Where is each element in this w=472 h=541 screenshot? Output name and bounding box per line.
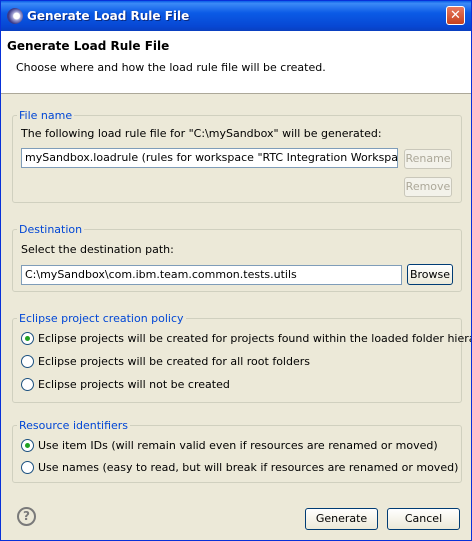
eclipse-icon xyxy=(7,8,23,24)
title-bar[interactable]: Generate Load Rule File ✕ xyxy=(1,1,471,31)
file-name-field[interactable]: mySandbox.loadrule (rules for workspace … xyxy=(21,148,398,168)
rename-button[interactable]: Rename xyxy=(404,149,452,169)
eclipse-policy-legend: Eclipse project creation policy xyxy=(19,312,184,325)
destination-path-field[interactable]: C:\mySandbox\com.ibm.team.common.tests.u… xyxy=(21,265,402,285)
page-description: Choose where and how the load rule file … xyxy=(16,61,326,74)
resource-identifiers-legend: Resource identifiers xyxy=(19,419,129,432)
destination-prompt: Select the destination path: xyxy=(21,243,174,256)
dialog-header: Generate Load Rule File Choose where and… xyxy=(1,31,471,94)
window-title: Generate Load Rule File xyxy=(27,9,190,23)
page-title: Generate Load Rule File xyxy=(7,39,170,53)
generate-button[interactable]: Generate xyxy=(305,508,378,530)
generate-load-rule-dialog: Generate Load Rule File ✕ Generate Load … xyxy=(0,0,472,541)
eclipse-policy-label-root-folders: Eclipse projects will be created for all… xyxy=(38,355,310,368)
cancel-button[interactable]: Cancel xyxy=(387,508,460,530)
close-icon: ✕ xyxy=(450,8,461,23)
file-name-legend: File name xyxy=(19,109,73,122)
browse-button[interactable]: Browse xyxy=(407,264,453,285)
eclipse-policy-label-hierarchy: Eclipse projects will be created for pro… xyxy=(38,332,472,345)
radio-button-checked[interactable] xyxy=(21,332,34,345)
eclipse-policy-label-none: Eclipse projects will not be created xyxy=(38,378,230,391)
destination-legend: Destination xyxy=(19,223,83,236)
resource-label-names: Use names (easy to read, but will break … xyxy=(38,461,459,474)
radio-button-checked[interactable] xyxy=(21,439,34,452)
radio-button[interactable] xyxy=(21,461,34,474)
file-name-info: The following load rule file for "C:\myS… xyxy=(21,127,382,140)
radio-button[interactable] xyxy=(21,355,34,368)
remove-button[interactable]: Remove xyxy=(404,177,452,197)
radio-button[interactable] xyxy=(21,378,34,391)
resource-label-item-ids: Use item IDs (will remain valid even if … xyxy=(38,439,438,452)
help-icon[interactable]: ? xyxy=(17,507,36,526)
close-button[interactable]: ✕ xyxy=(446,6,465,25)
